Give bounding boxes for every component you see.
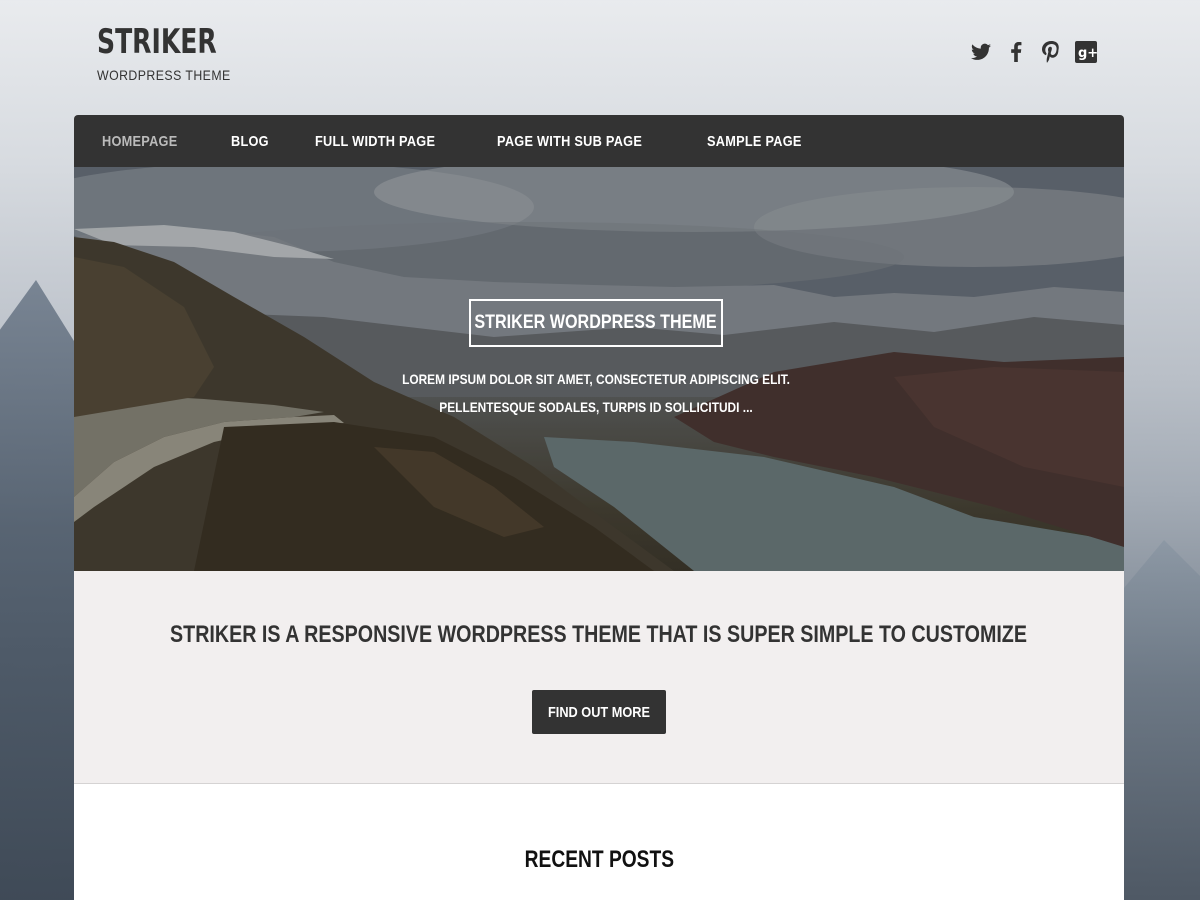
nav-item-full-width-page[interactable]: FULL WIDTH PAGE: [315, 133, 435, 150]
svg-text:g+: g+: [1078, 46, 1097, 61]
nav-item-blog[interactable]: BLOG: [231, 133, 269, 150]
hero-title-text: STRIKER WORDPRESS THEME: [474, 312, 718, 333]
hero-excerpt: LOREM IPSUM DOLOR SIT AMET, CONSECTETUR …: [334, 365, 858, 421]
find-out-more-label: FIND OUT MORE: [548, 703, 650, 721]
social-links: g+: [970, 40, 1097, 64]
recent-posts-heading: RECENT POSTS: [74, 846, 1124, 874]
nav-item-sample-page[interactable]: SAMPLE PAGE: [707, 133, 802, 150]
recent-posts-section: RECENT POSTS: [74, 784, 1124, 900]
hero-excerpt-text: LOREM IPSUM DOLOR SIT AMET, CONSECTETUR …: [402, 371, 790, 415]
google-plus-icon[interactable]: g+: [1075, 40, 1097, 64]
nav-item-homepage[interactable]: HOMEPAGE: [102, 133, 177, 150]
recent-posts-heading-text: RECENT POSTS: [524, 846, 674, 873]
main-navigation: HOMEPAGE BLOG FULL WIDTH PAGE PAGE WITH …: [74, 115, 1124, 167]
hero-title[interactable]: STRIKER WORDPRESS THEME: [469, 299, 723, 347]
find-out-more-button[interactable]: FIND OUT MORE: [532, 690, 666, 734]
site-title[interactable]: STRIKER: [97, 22, 217, 62]
twitter-icon[interactable]: [970, 40, 992, 64]
promo-heading-text: STRIKER IS A RESPONSIVE WORDPRESS THEME …: [170, 621, 1028, 648]
pinterest-icon[interactable]: [1040, 40, 1062, 64]
hero-banner: STRIKER WORDPRESS THEME LOREM IPSUM DOLO…: [74, 167, 1124, 571]
nav-item-page-with-sub-page[interactable]: PAGE WITH SUB PAGE: [497, 133, 642, 150]
promo-section: STRIKER IS A RESPONSIVE WORDPRESS THEME …: [74, 571, 1124, 784]
content-wrapper: HOMEPAGE BLOG FULL WIDTH PAGE PAGE WITH …: [74, 115, 1124, 900]
site-tagline: WORDPRESS THEME: [97, 67, 231, 83]
facebook-icon[interactable]: [1005, 40, 1027, 64]
promo-heading: STRIKER IS A RESPONSIVE WORDPRESS THEME …: [74, 621, 1124, 649]
